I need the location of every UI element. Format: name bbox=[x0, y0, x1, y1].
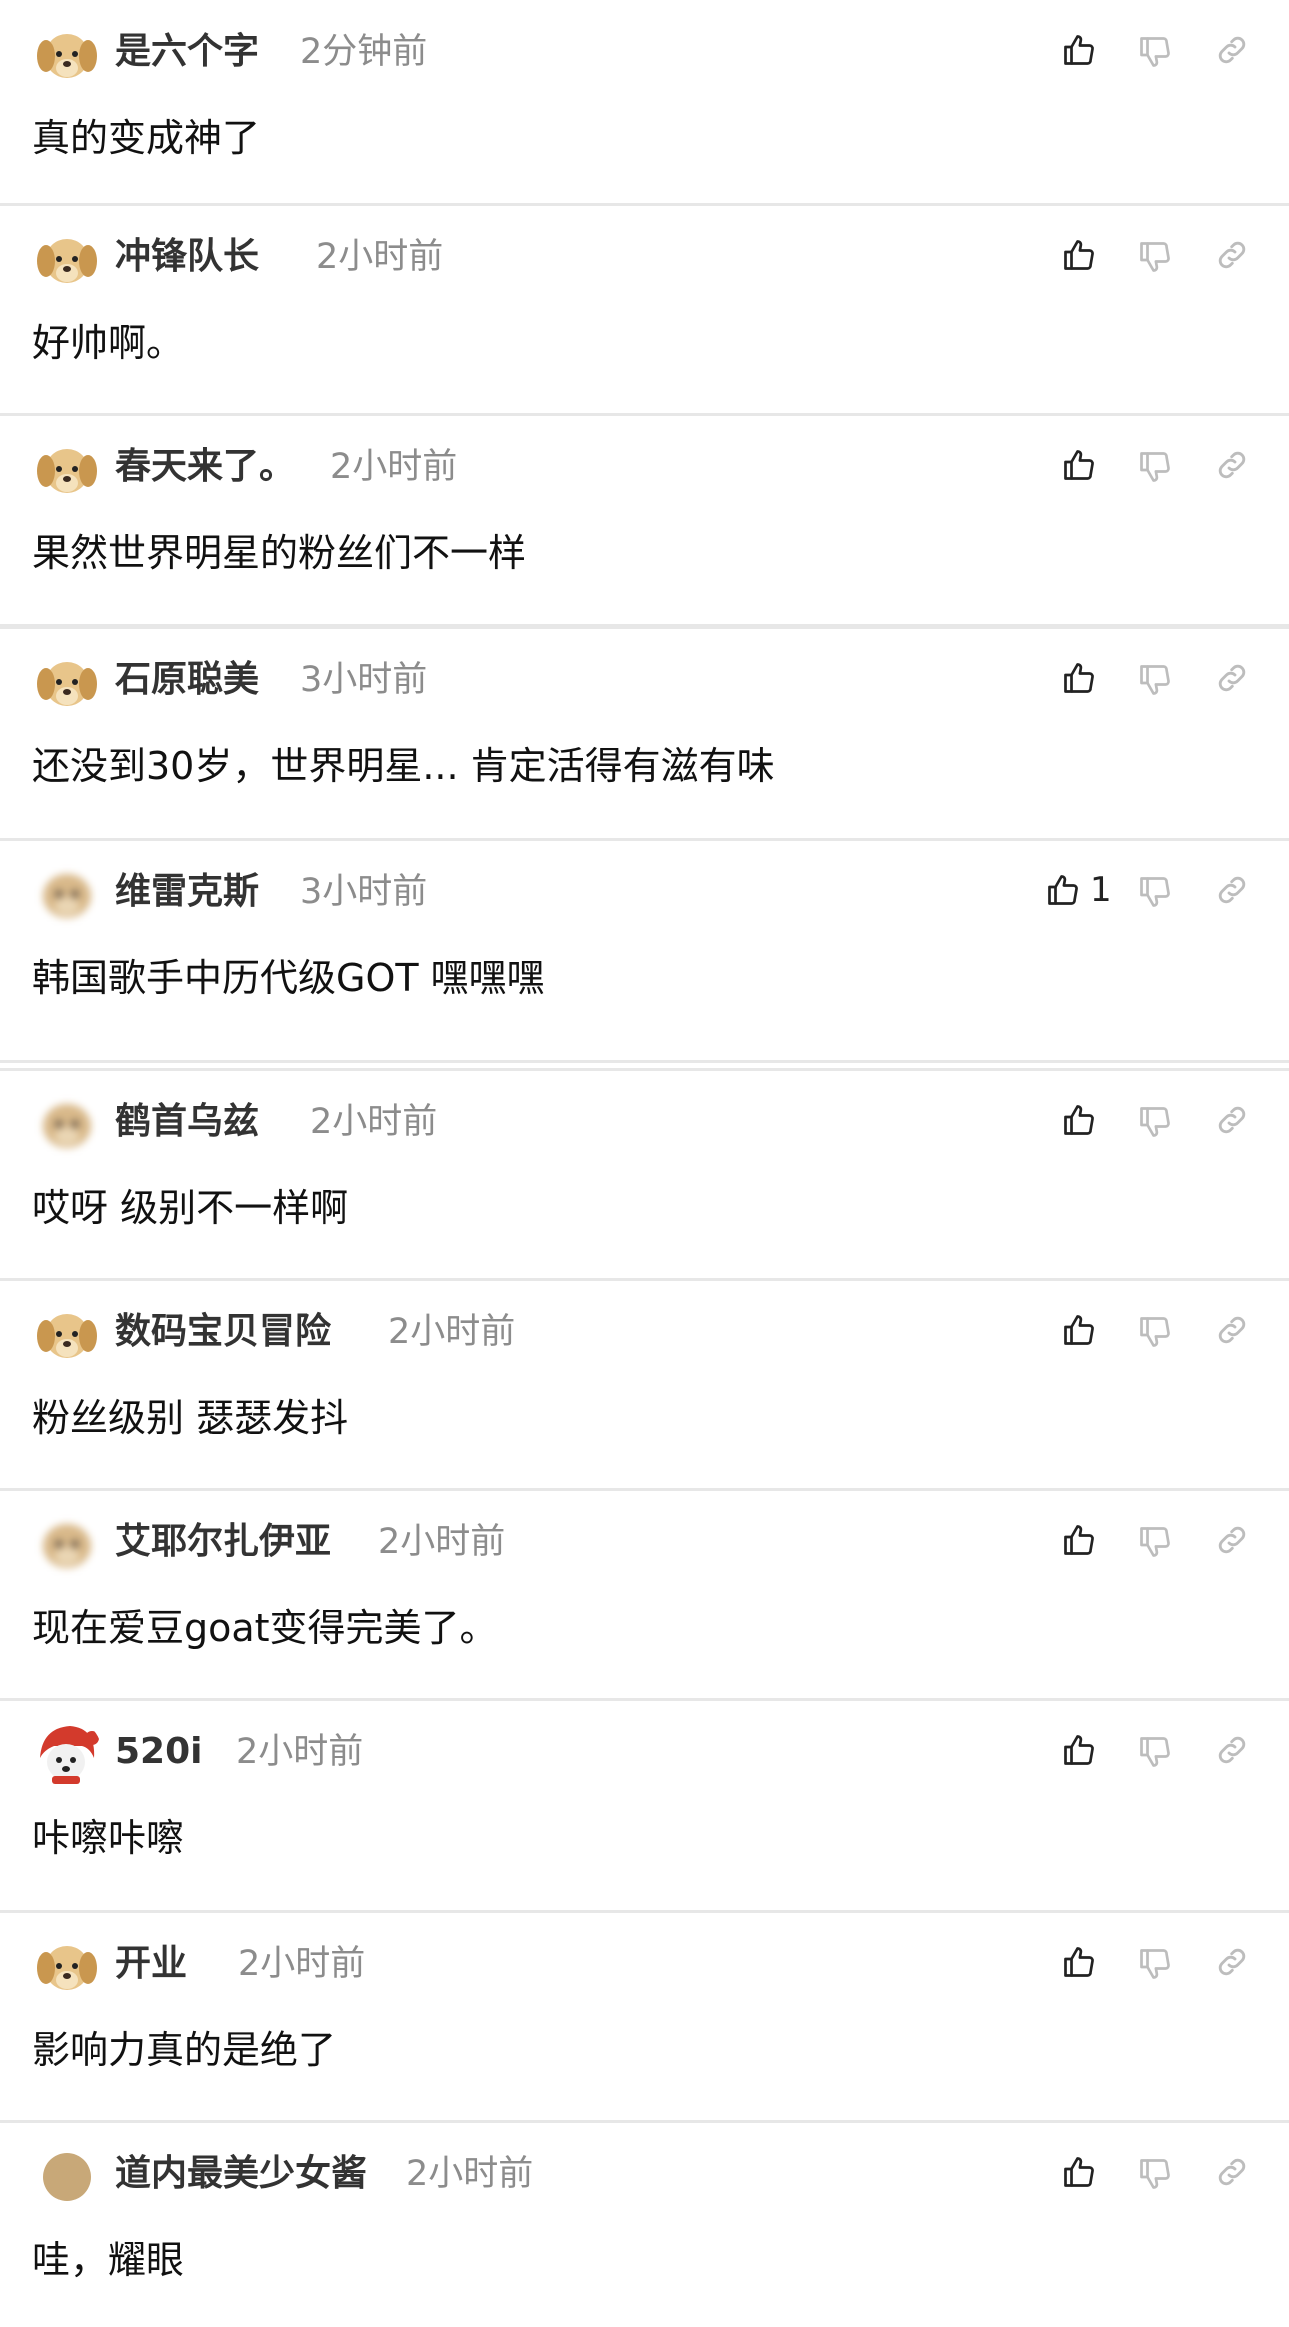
puppy-avatar[interactable] bbox=[32, 646, 102, 716]
comment-text: 哇，耀眼 bbox=[32, 2238, 185, 2282]
comment-timestamp: 3小时前 bbox=[300, 872, 428, 912]
thumbs-up-icon[interactable] bbox=[1057, 28, 1101, 72]
comment-item: 是六个字 2分钟前真的变成神了 bbox=[0, 0, 1289, 205]
red-hood-puppy-avatar[interactable] bbox=[32, 1718, 102, 1788]
thumbs-up-icon[interactable] bbox=[1057, 1518, 1101, 1562]
comment-username[interactable]: 520i bbox=[115, 1730, 203, 1774]
comment-timestamp: 2小时前 bbox=[238, 1944, 366, 1984]
link-icon[interactable] bbox=[1210, 1308, 1254, 1352]
link-icon[interactable] bbox=[1210, 443, 1254, 487]
puppy-avatar[interactable] bbox=[32, 1298, 102, 1368]
comment-username[interactable]: 石原聪美 bbox=[115, 658, 259, 702]
thumbs-down-icon[interactable] bbox=[1133, 445, 1177, 489]
comment-timestamp: 2小时前 bbox=[236, 1732, 364, 1772]
thumbs-up-icon[interactable] bbox=[1057, 443, 1101, 487]
link-icon[interactable] bbox=[1210, 1940, 1254, 1984]
thumbs-down-icon[interactable] bbox=[1133, 870, 1177, 914]
comment-text: 粉丝级别 瑟瑟发抖 bbox=[32, 1396, 349, 1440]
comment-item: 鹤首乌兹 2小时前哎呀 级别不一样啊 bbox=[0, 1070, 1289, 1275]
thumbs-up-icon[interactable] bbox=[1057, 1308, 1101, 1352]
thumbs-down-icon[interactable] bbox=[1133, 1520, 1177, 1564]
comment-username[interactable]: 鹤首乌兹 bbox=[115, 1100, 259, 1144]
thumbs-down-icon[interactable] bbox=[1133, 30, 1177, 74]
comment-timestamp: 2小时前 bbox=[406, 2154, 534, 2194]
comment-text: 好帅啊。 bbox=[32, 321, 185, 365]
thumbs-down-icon[interactable] bbox=[1133, 1310, 1177, 1354]
like-count: 1 bbox=[1090, 870, 1112, 910]
thumbs-down-icon[interactable] bbox=[1133, 1100, 1177, 1144]
comment-timestamp: 2小时前 bbox=[310, 1102, 438, 1142]
blurred-avatar[interactable] bbox=[32, 1088, 102, 1158]
link-icon[interactable] bbox=[1210, 28, 1254, 72]
link-icon[interactable] bbox=[1210, 1518, 1254, 1562]
comment-timestamp: 2分钟前 bbox=[300, 32, 428, 72]
thumbs-down-icon[interactable] bbox=[1133, 235, 1177, 279]
comment-timestamp: 2小时前 bbox=[316, 237, 444, 277]
thumbs-down-icon[interactable] bbox=[1133, 1730, 1177, 1774]
plain-circle-avatar[interactable] bbox=[32, 2140, 102, 2210]
comment-item: 石原聪美 3小时前还没到30岁，世界明星... 肯定活得有滋有味 bbox=[0, 628, 1289, 833]
comment-item: 艾耶尔扎伊亚 2小时前现在爱豆goat变得完美了。 bbox=[0, 1490, 1289, 1695]
comment-timestamp: 2小时前 bbox=[388, 1312, 516, 1352]
comment-text: 现在爱豆goat变得完美了。 bbox=[32, 1606, 498, 1650]
thumbs-up-icon[interactable] bbox=[1057, 1940, 1101, 1984]
puppy-avatar[interactable] bbox=[32, 1930, 102, 2000]
link-icon[interactable] bbox=[1210, 656, 1254, 700]
comment-text: 果然世界明星的粉丝们不一样 bbox=[32, 531, 527, 575]
thumbs-down-icon[interactable] bbox=[1133, 658, 1177, 702]
blurred-avatar[interactable] bbox=[32, 858, 102, 928]
comment-item: 开业 2小时前影响力真的是绝了 bbox=[0, 1912, 1289, 2117]
link-icon[interactable] bbox=[1210, 1728, 1254, 1772]
thumbs-up-icon[interactable] bbox=[1057, 656, 1101, 700]
comment-text: 哎呀 级别不一样啊 bbox=[32, 1186, 349, 1230]
comment-item: 维雷克斯 3小时前韩国歌手中历代级GOT 嘿嘿嘿 1 bbox=[0, 840, 1289, 1045]
link-icon[interactable] bbox=[1210, 868, 1254, 912]
comment-timestamp: 2小时前 bbox=[330, 447, 458, 487]
comment-text: 真的变成神了 bbox=[32, 116, 261, 160]
comment-text: 影响力真的是绝了 bbox=[32, 2028, 337, 2072]
comment-divider bbox=[0, 1060, 1289, 1063]
comment-item: 520i 2小时前咔嚓咔嚓 bbox=[0, 1700, 1289, 1905]
thumbs-up-icon[interactable] bbox=[1057, 1098, 1101, 1142]
comment-text: 咔嚓咔嚓 bbox=[32, 1816, 185, 1860]
comment-item: 数码宝贝冒险 2小时前粉丝级别 瑟瑟发抖 bbox=[0, 1280, 1289, 1485]
comment-username[interactable]: 道内最美少女酱 bbox=[115, 2152, 367, 2196]
link-icon[interactable] bbox=[1210, 233, 1254, 277]
comment-item: 冲锋队长 2小时前好帅啊。 bbox=[0, 205, 1289, 410]
thumbs-down-icon[interactable] bbox=[1133, 2152, 1177, 2196]
comment-username[interactable]: 春天来了。 bbox=[115, 445, 295, 489]
comment-text: 还没到30岁，世界明星... 肯定活得有滋有味 bbox=[32, 744, 775, 788]
blurred-avatar[interactable] bbox=[32, 1508, 102, 1578]
comment-text: 韩国歌手中历代级GOT 嘿嘿嘿 bbox=[32, 956, 545, 1000]
link-icon[interactable] bbox=[1210, 2150, 1254, 2194]
thumbs-down-icon[interactable] bbox=[1133, 1942, 1177, 1986]
link-icon[interactable] bbox=[1210, 1098, 1254, 1142]
comment-username[interactable]: 维雷克斯 bbox=[115, 870, 259, 914]
thumbs-up-icon[interactable] bbox=[1057, 2150, 1101, 2194]
puppy-avatar[interactable] bbox=[32, 433, 102, 503]
puppy-avatar[interactable] bbox=[32, 18, 102, 88]
comment-username[interactable]: 开业 bbox=[115, 1942, 187, 1986]
comment-username[interactable]: 数码宝贝冒险 bbox=[115, 1310, 331, 1354]
comment-username[interactable]: 是六个字 bbox=[115, 30, 259, 74]
puppy-avatar[interactable] bbox=[32, 223, 102, 293]
comment-username[interactable]: 艾耶尔扎伊亚 bbox=[115, 1520, 331, 1564]
comment-item: 道内最美少女酱 2小时前哇，耀眼 bbox=[0, 2122, 1289, 2327]
thumbs-up-icon[interactable] bbox=[1041, 868, 1085, 912]
comment-item: 春天来了。 2小时前果然世界明星的粉丝们不一样 bbox=[0, 415, 1289, 620]
thumbs-up-icon[interactable] bbox=[1057, 233, 1101, 277]
comment-timestamp: 3小时前 bbox=[300, 660, 428, 700]
thumbs-up-icon[interactable] bbox=[1057, 1728, 1101, 1772]
comment-timestamp: 2小时前 bbox=[378, 1522, 506, 1562]
comment-username[interactable]: 冲锋队长 bbox=[115, 235, 259, 279]
